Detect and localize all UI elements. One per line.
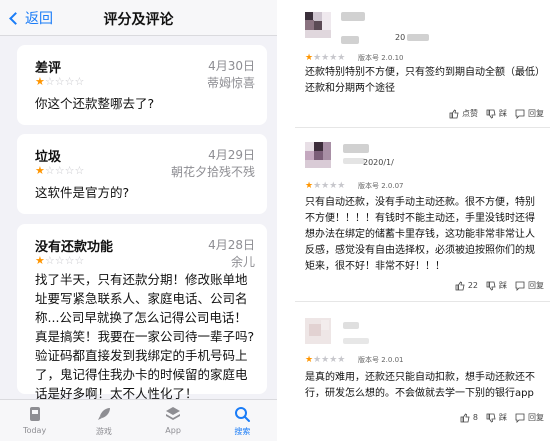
review-title: 垃圾: [35, 150, 62, 165]
dislike-label: 踩: [499, 281, 507, 290]
comment-icon: [515, 413, 525, 423]
star-rating: ★☆☆☆☆: [35, 164, 85, 177]
review-card[interactable]: 没有还款功能 4月28日 ★☆☆☆☆ 余儿 找了半天，只有还款分期！修改账单地址…: [17, 224, 267, 401]
search-icon: [235, 407, 251, 422]
review-author: 余儿: [230, 255, 255, 269]
like-count: 22: [467, 281, 478, 290]
avatar: [305, 142, 331, 168]
comment-date: 20: [395, 33, 406, 42]
comment-actions: 8 踩 回复: [460, 412, 544, 423]
like-button[interactable]: 点赞: [449, 108, 478, 119]
reply-button[interactable]: 回复: [515, 412, 544, 423]
reply-button[interactable]: 回复: [515, 108, 544, 119]
review-card[interactable]: 差评 4月30日 ★☆☆☆☆ 蒂姆惊喜 你这个还款整哪去了?: [17, 45, 267, 125]
comment-icon: [515, 281, 525, 291]
comment-actions: 22 踩 回复: [455, 280, 544, 291]
app-stack-icon: [166, 407, 181, 420]
app-version: 版本号 2.0.10: [358, 54, 404, 62]
like-button[interactable]: 22: [455, 280, 478, 291]
blurred-username: [343, 338, 369, 344]
like-label: 点赞: [462, 109, 478, 118]
comment-body: 还款特别特别不方便，只有签约到期自动全额（最低）还款和分期两个途径: [305, 67, 540, 94]
thumbs-up-icon: [449, 108, 459, 118]
review-body: 这软件是官方的?: [35, 185, 130, 200]
tab-label: Today: [23, 426, 47, 435]
blurred-username: [341, 36, 359, 44]
review-title: 差评: [35, 61, 62, 76]
tab-bar: Today 游戏 App 搜索: [0, 399, 277, 441]
dislike-button[interactable]: 踩: [486, 108, 507, 119]
tab-label: 游戏: [95, 427, 112, 436]
android-comment-list: 20 版本号 2.0.10 ★★★★★ 还款特别特别不方便，只有签约到期自动全额…: [295, 0, 550, 441]
review-date: 4月29日: [208, 148, 255, 162]
review-title: 没有还款功能: [35, 240, 114, 255]
dislike-button[interactable]: 踩: [486, 412, 507, 423]
comment-item: 20 版本号 2.0.10 ★★★★★ 还款特别特别不方便，只有签约到期自动全额…: [295, 0, 550, 128]
comment-date: 2020/1/: [363, 158, 394, 167]
star-rating: ★★★★★: [305, 181, 346, 191]
rocket-icon: [97, 408, 110, 420]
comment-item: 2020/1/ 版本号 2.0.07 ★★★★★ 只有自动还款，没有手动主动还款…: [295, 128, 550, 302]
comment-item: 版本号 2.0.01 ★★★★★ 是真的难用，还款还只能自动扣款，想手动还款还不…: [295, 302, 550, 441]
star-rating: ★★★★★: [305, 355, 346, 365]
reply-label: 回复: [528, 281, 544, 290]
blurred-username: [341, 12, 365, 21]
review-author: 蒂姆惊喜: [206, 76, 255, 90]
blurred-username: [343, 144, 369, 153]
like-count: 8: [472, 413, 478, 422]
reply-button[interactable]: 回复: [515, 280, 544, 291]
page-title: 评分及评论: [103, 12, 174, 28]
navigation-bar: 返回 评分及评论: [0, 0, 277, 36]
comment-actions: 点赞 踩 回复: [449, 108, 544, 119]
tab-label: App: [165, 426, 181, 435]
review-card[interactable]: 垃圾 4月29日 ★☆☆☆☆ 朝花夕拾残不残 这软件是官方的?: [17, 134, 267, 214]
thumbs-up-icon: [455, 280, 465, 290]
app-version: 版本号 2.0.07: [358, 182, 404, 190]
star-rating: ★☆☆☆☆: [35, 254, 85, 267]
blurred-username: [343, 322, 359, 329]
reply-label: 回复: [528, 109, 544, 118]
star-rating: ★★★★★: [305, 53, 346, 63]
ios-app-store-reviews: 返回 评分及评论 差评 4月30日 ★☆☆☆☆ 蒂姆惊喜 你这个还款整哪去了? …: [0, 0, 277, 441]
avatar: [305, 318, 331, 344]
tab-search[interactable]: 搜索: [208, 400, 277, 441]
tab-apps[interactable]: App: [139, 400, 208, 441]
tab-label: 搜索: [234, 427, 251, 436]
avatar: [305, 12, 331, 38]
thumbs-down-icon: [486, 281, 496, 291]
review-author: 朝花夕拾残不残: [170, 165, 255, 179]
comment-body: 是真的难用，还款还只能自动扣款，想手动还款还不行，研发怎么想的。不会做就去学一下…: [305, 372, 535, 399]
review-body: 找了半天，只有还款分期！修改账单地址要写紧急联系人、家庭电话、公司名称...公司…: [35, 272, 255, 401]
thumbs-down-icon: [486, 109, 496, 119]
star-rating: ★☆☆☆☆: [35, 75, 85, 88]
thumbs-down-icon: [486, 413, 496, 423]
blurred-date: [407, 34, 429, 41]
today-icon: [29, 407, 40, 421]
dislike-label: 踩: [499, 413, 507, 422]
dislike-button[interactable]: 踩: [486, 280, 507, 291]
reply-label: 回复: [528, 413, 544, 422]
dislike-label: 踩: [499, 109, 507, 118]
review-date: 4月30日: [208, 59, 255, 73]
app-version: 版本号 2.0.01: [358, 356, 404, 364]
review-body: 你这个还款整哪去了?: [35, 96, 155, 111]
review-date: 4月28日: [208, 238, 255, 252]
thumbs-up-icon: [460, 412, 470, 422]
like-button[interactable]: 8: [460, 412, 478, 423]
tab-today[interactable]: Today: [0, 400, 69, 441]
divider: [277, 0, 295, 441]
blurred-username: [343, 158, 365, 164]
comment-icon: [515, 109, 525, 119]
comparison-screenshot: 返回 评分及评论 差评 4月30日 ★☆☆☆☆ 蒂姆惊喜 你这个还款整哪去了? …: [0, 0, 550, 441]
tab-games[interactable]: 游戏: [69, 400, 138, 441]
comment-body: 只有自动还款，没有手动主动还款。很不方便，特别不方便！！！！有钱时不能主动还，手…: [305, 197, 535, 272]
